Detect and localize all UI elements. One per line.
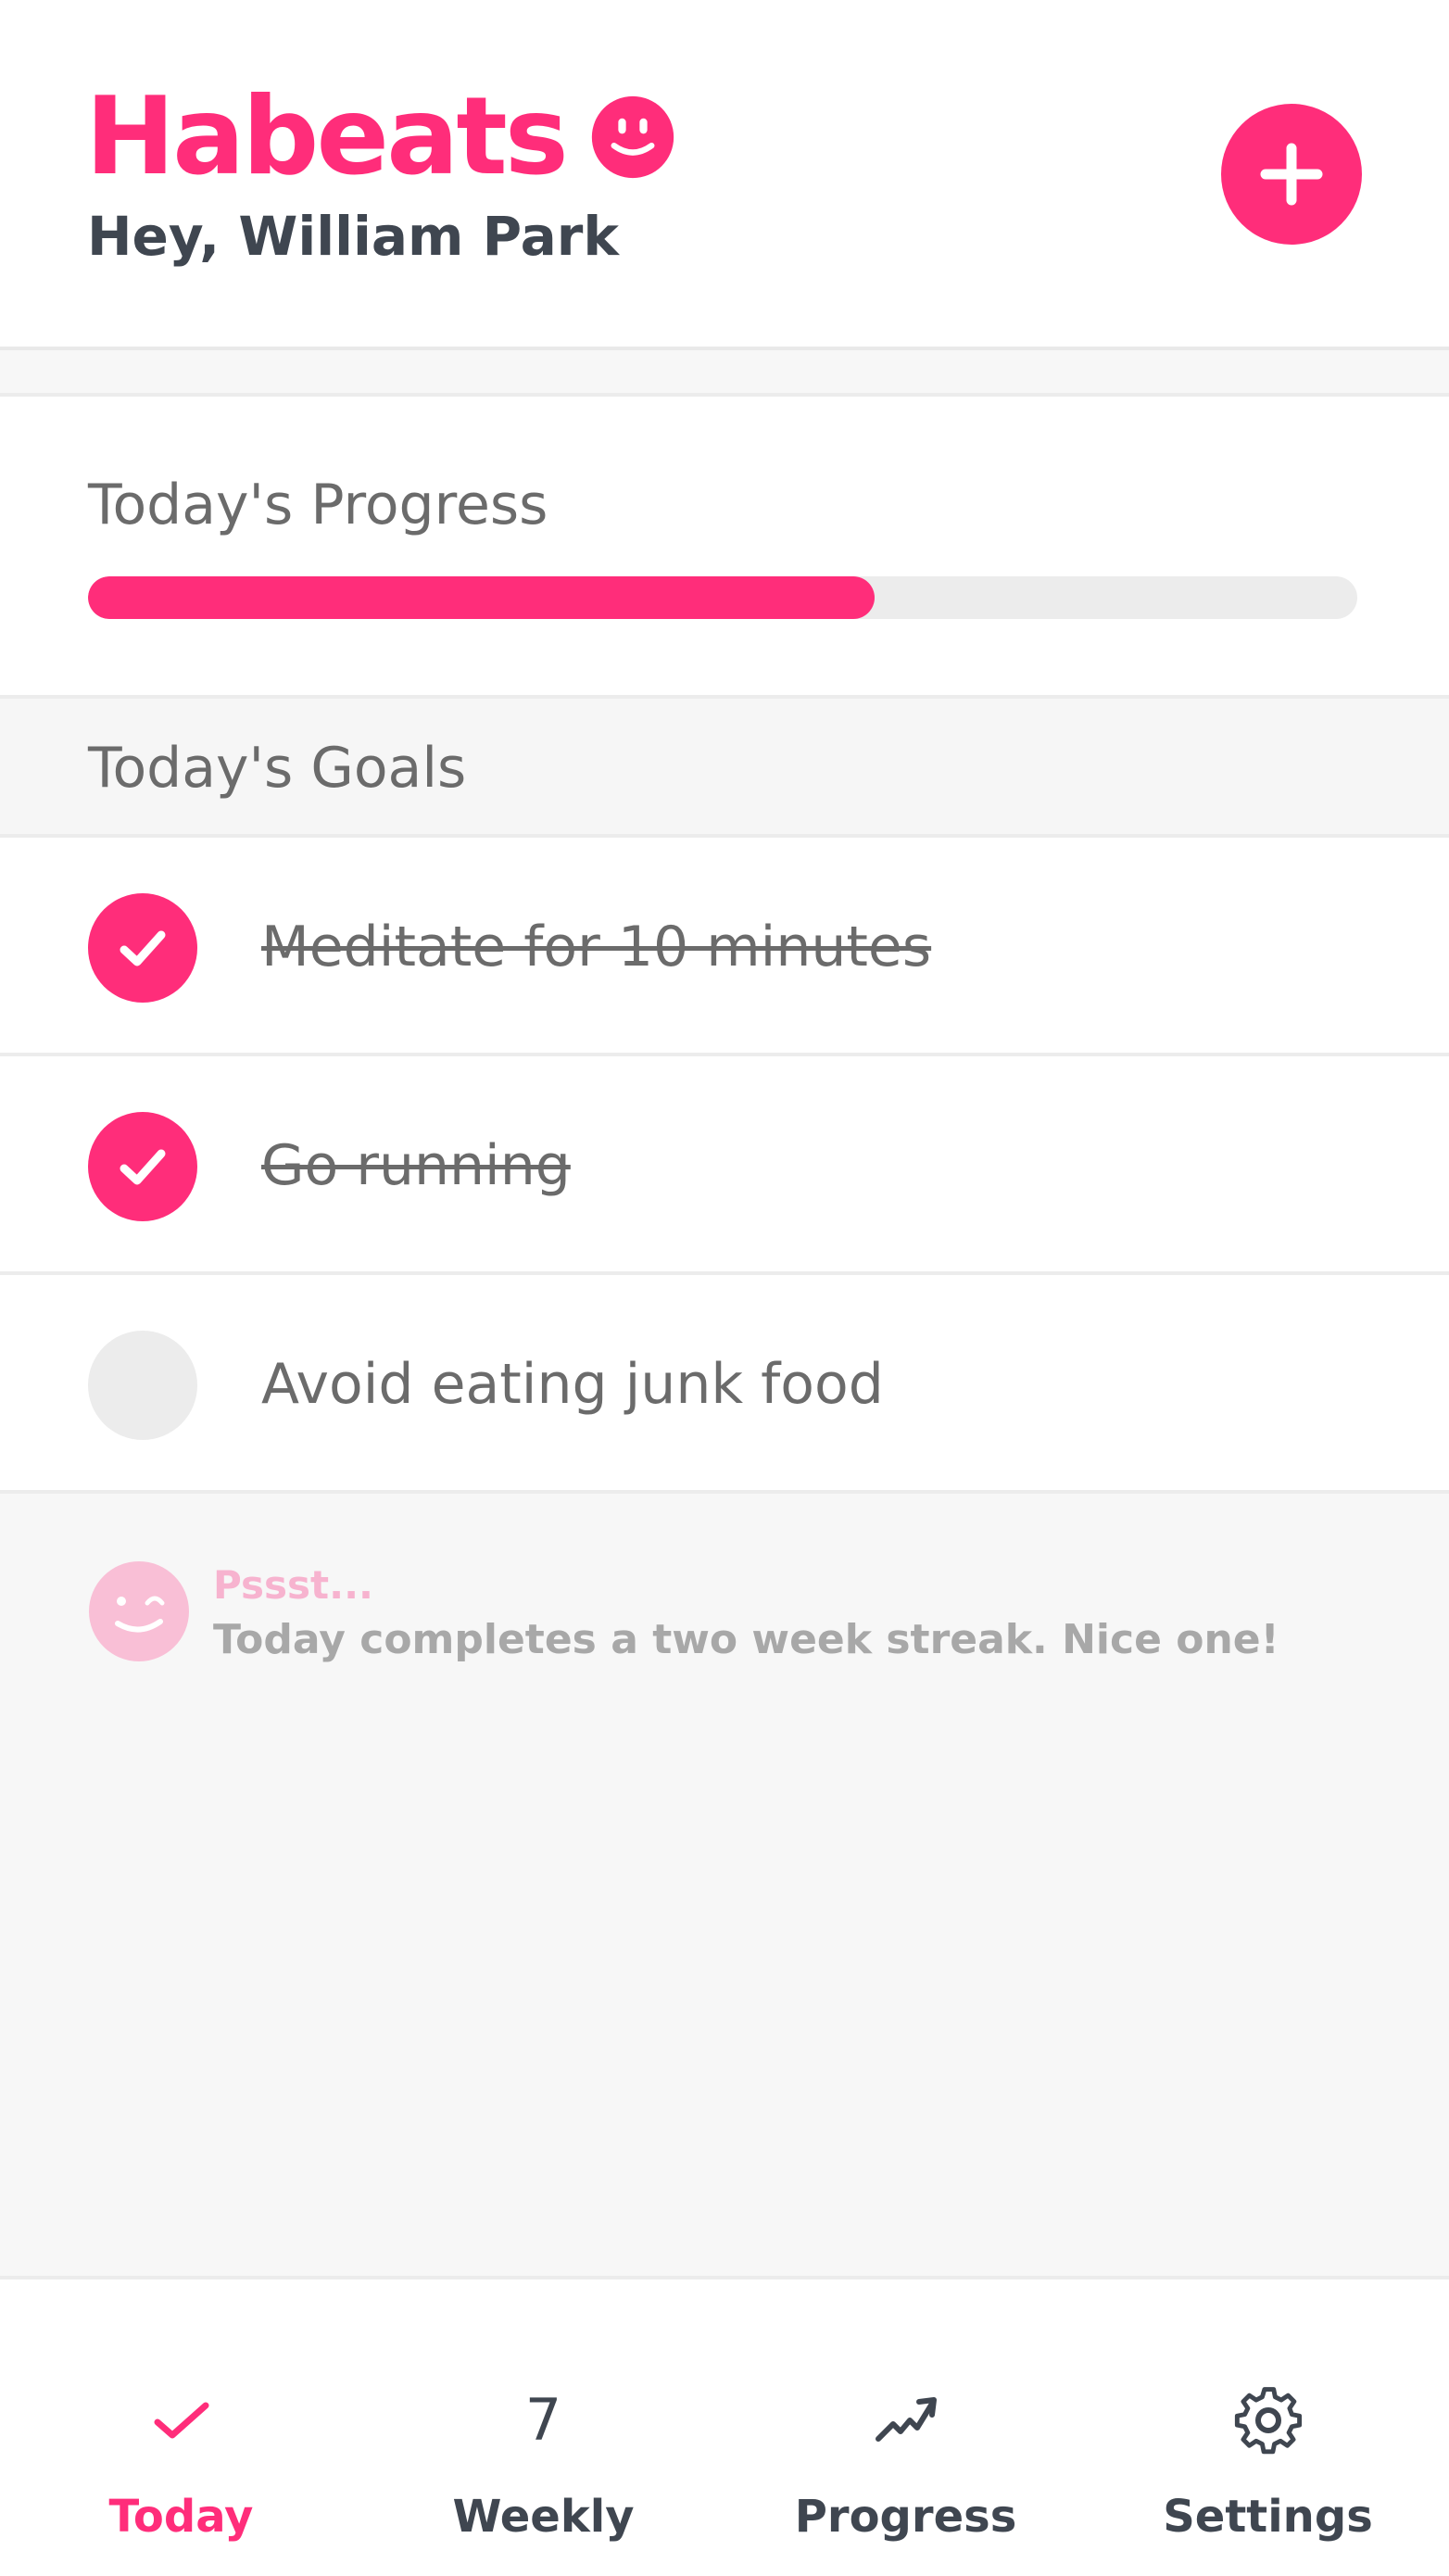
check-icon [120,1149,166,1185]
brand: Habeats [85,82,675,193]
goal-item[interactable]: Avoid eating junk food [0,1275,1449,1494]
greeting: Hey, William Park [87,205,619,268]
check-icon [120,930,166,966]
nav-progress-label: Progress [794,2491,1017,2543]
winking-face-icon [89,1561,189,1661]
progress-bar-fill [88,576,876,619]
goal-label: Go running [261,1133,571,1198]
goal-checkbox[interactable] [88,893,197,1003]
goal-label: Avoid eating junk food [261,1352,884,1417]
gear-icon [1231,2383,1305,2457]
plus-icon [1260,143,1323,206]
progress-card: Today's Progress [0,393,1449,699]
goal-item[interactable]: Meditate for 10 minutes [0,838,1449,1056]
goal-checkbox[interactable] [88,1112,197,1221]
nav-progress[interactable]: Progress [724,2279,1087,2576]
tip-heading: Pssst... [213,1562,373,1608]
smiley-icon [591,95,674,179]
seven-icon: 7 [507,2383,581,2457]
nav-settings-label: Settings [1163,2491,1373,2543]
nav-settings[interactable]: Settings [1087,2279,1449,2576]
goal-item[interactable]: Go running [0,1056,1449,1275]
nav-weekly-label: Weekly [452,2491,635,2543]
goal-label: Meditate for 10 minutes [261,915,932,979]
app-title: Habeats [85,74,569,199]
nav-today[interactable]: Today [0,2279,362,2576]
goals-header: Today's Goals [0,699,1449,838]
goals-title: Today's Goals [88,736,467,801]
progress-title: Today's Progress [88,473,548,537]
trend-up-icon [869,2383,943,2457]
check-icon [145,2383,219,2457]
tip-message: Today completes a two week streak. Nice … [213,1616,1279,1663]
app-header: Habeats Hey, William Park [0,0,1449,350]
progress-bar [88,576,1357,619]
goal-checkbox[interactable] [88,1331,197,1440]
nav-today-label: Today [108,2491,254,2543]
nav-weekly[interactable]: 7 Weekly [362,2279,724,2576]
seven-glyph: 7 [524,2386,562,2454]
bottom-nav: Today 7 Weekly Progress Settings [0,2276,1449,2576]
add-habit-button[interactable] [1221,104,1362,245]
goal-list: Meditate for 10 minutes Go running Avoid… [0,838,1449,1494]
